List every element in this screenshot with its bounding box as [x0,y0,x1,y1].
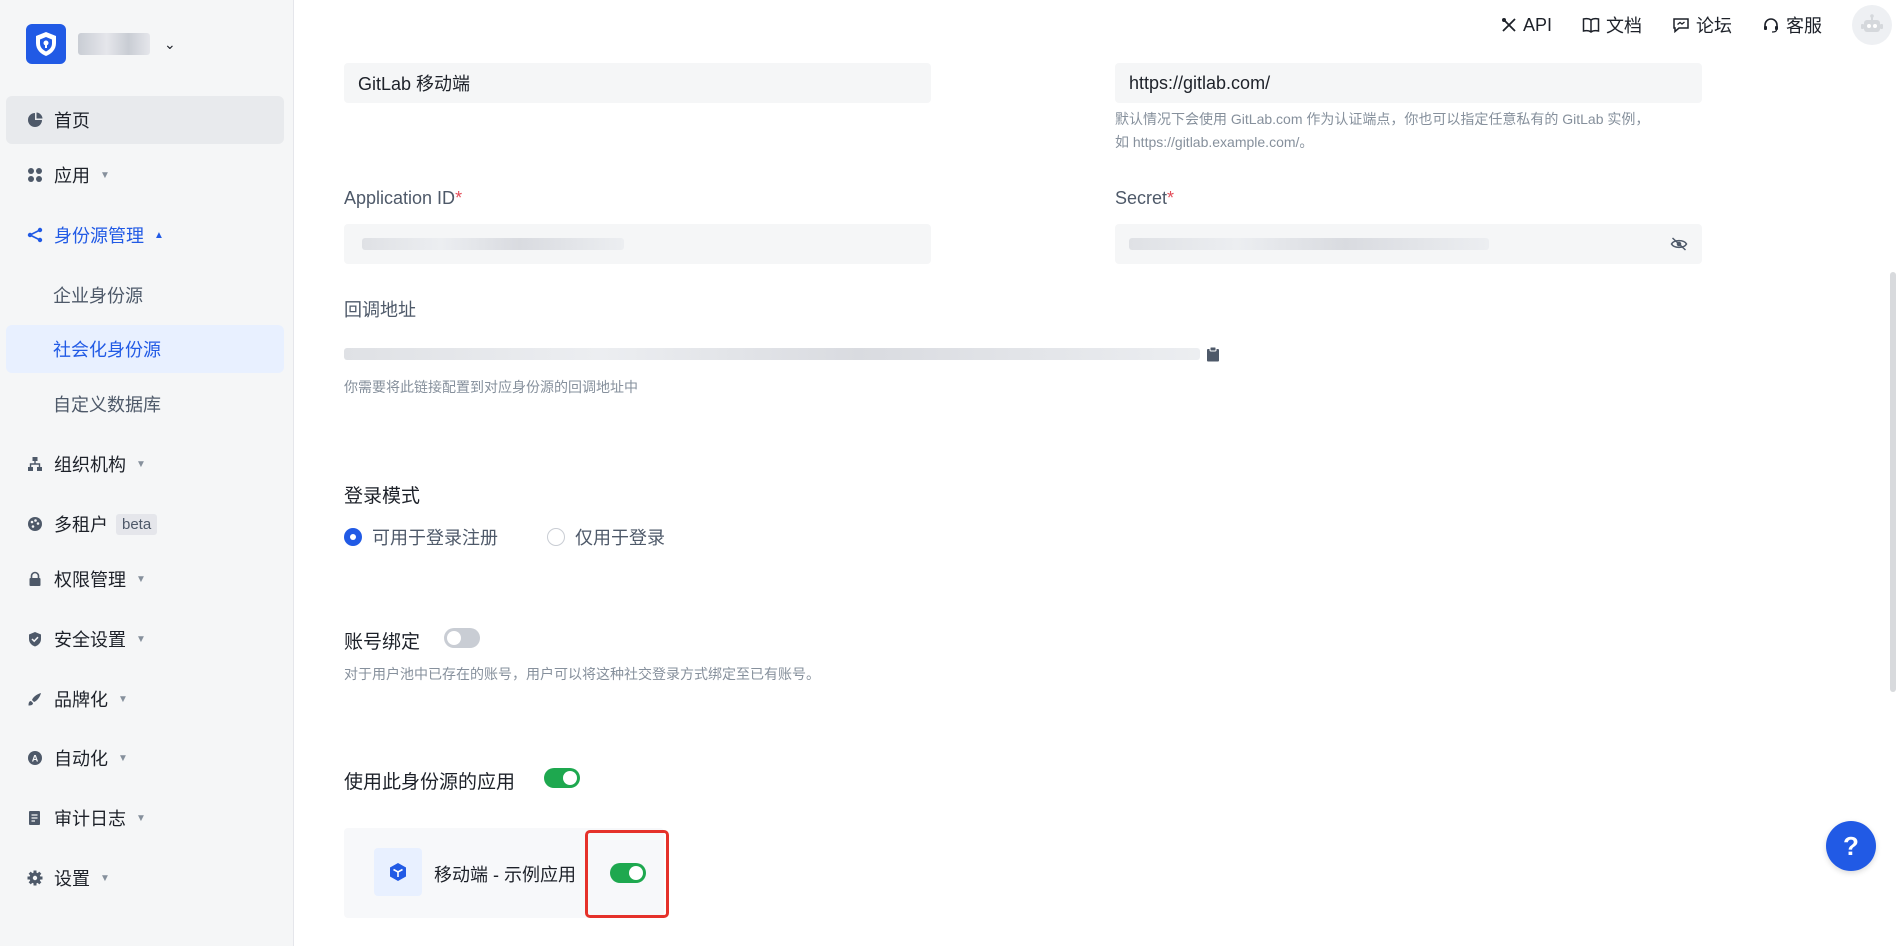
account-binding-title: 账号绑定 [344,632,421,653]
sidebar-item-label: 身份源管理 [54,226,144,246]
caret-up-icon: ▲ [154,229,164,241]
linked-apps-title: 使用此身份源的应用 [344,772,516,793]
apps-grid-icon [26,166,44,184]
sidebar-item-organization[interactable]: 组织机构 ▼ [6,440,284,488]
svg-text:A: A [32,754,39,764]
caret-down-icon: ▼ [136,633,146,645]
sidebar-item-apps[interactable]: 应用 ▼ [6,151,284,199]
sidebar-item-label: 多租户 [54,515,108,535]
sidebar-item-label: 权限管理 [54,570,126,590]
base-url-input[interactable]: https://gitlab.com/ [1115,63,1702,103]
secret-label-text: Secret [1115,188,1168,208]
palette-icon [26,515,44,533]
login-mode-option-label: 可用于登录注册 [372,528,498,548]
display-name-input[interactable]: GitLab 移动端 [344,63,931,103]
main-content: GitLab 移动端 https://gitlab.com/ 默认情况下会使用 … [294,0,1898,946]
caret-down-icon: ▼ [136,812,146,824]
sidebar-item-label: 品牌化 [54,690,108,710]
help-button[interactable]: ? [1826,821,1876,871]
caret-down-icon: ▼ [118,752,128,764]
sidebar-item-label: 安全设置 [54,630,126,650]
base-url-hint-line-2: 如 https://gitlab.example.com/。 [1115,134,1314,150]
sidebar-item-enterprise-sources[interactable]: 企业身份源 [6,271,284,319]
caret-down-icon: ▼ [118,693,128,705]
highlight-box [585,830,669,918]
linked-apps-toggle[interactable] [544,768,580,788]
application-id-redacted [362,238,624,250]
sidebar-item-label: 首页 [54,111,90,131]
sidebar-item-custom-database[interactable]: 自定义数据库 [6,380,284,428]
tenant-switcher[interactable]: ⌄ [26,24,176,64]
eye-off-icon[interactable] [1670,236,1688,257]
sidebar: ⌄ 首页 应用 ▼ 身份源管理 ▲ 企业身份源 社会化身份源 自定义数据库 组织… [0,0,294,946]
lock-icon [26,570,44,588]
caret-down-icon: ▼ [100,872,110,884]
shield-check-icon [26,630,44,648]
sidebar-item-label: 审计日志 [54,809,126,829]
application-id-input[interactable] [344,224,931,264]
brush-icon [26,690,44,708]
sidebar-item-label: 社会化身份源 [53,340,161,360]
login-mode-option-login-only[interactable]: 仅用于登录 [547,524,665,550]
gear-icon [26,869,44,887]
cube-app-icon [374,848,422,896]
chevron-down-icon: ⌄ [164,35,176,52]
base-url-hint: 默认情况下会使用 GitLab.com 作为认证端点，你也可以指定任意私有的 G… [1115,108,1715,154]
base-url-hint-line-1: 默认情况下会使用 GitLab.com 作为认证端点，你也可以指定任意私有的 G… [1115,111,1650,127]
beta-badge: beta [116,513,158,535]
login-mode-option-label: 仅用于登录 [575,528,665,548]
clipboard-copy-icon[interactable] [1206,346,1220,362]
sidebar-item-label: 应用 [54,166,90,186]
caret-down-icon: ▼ [100,169,110,181]
automation-icon: A [26,749,44,767]
sidebar-item-audit-log[interactable]: 审计日志 ▼ [6,794,284,842]
shield-logo-icon [26,24,66,64]
sidebar-item-label: 自动化 [54,749,108,769]
application-id-label-text: Application ID [344,188,456,208]
sidebar-item-permissions[interactable]: 权限管理 ▼ [6,555,284,603]
share-nodes-icon [26,226,44,244]
display-name-value: GitLab 移动端 [358,74,471,94]
callback-url-redacted [344,348,1200,360]
account-binding-hint: 对于用户池中已存在的账号，用户可以将这种社交登录方式绑定至已有账号。 [344,666,820,682]
sidebar-item-settings[interactable]: 设置 ▼ [6,854,284,902]
sidebar-item-social-sources[interactable]: 社会化身份源 [6,325,284,373]
login-mode-title: 登录模式 [344,486,421,507]
toggle-knob [447,631,461,645]
pie-chart-icon [26,111,44,129]
sidebar-item-automation[interactable]: A 自动化 ▼ [6,734,284,782]
sidebar-item-label: 企业身份源 [53,286,143,306]
sidebar-item-label: 组织机构 [54,455,126,475]
caret-down-icon: ▼ [136,458,146,470]
sidebar-item-label: 自定义数据库 [53,395,161,415]
tenant-name-redacted [78,33,150,55]
sidebar-item-security[interactable]: 安全设置 ▼ [6,615,284,663]
required-mark: * [1167,188,1175,208]
sidebar-item-branding[interactable]: 品牌化 ▼ [6,675,284,723]
application-id-label: Application ID* [344,188,462,209]
toggle-knob [563,771,577,785]
callback-url-hint: 你需要将此链接配置到对应身份源的回调地址中 [344,379,638,395]
required-mark: * [455,188,463,208]
login-mode-option-register[interactable]: 可用于登录注册 [344,524,498,550]
radio-unchecked-icon[interactable] [547,528,565,546]
callback-url-label: 回调地址 [344,300,416,320]
caret-down-icon: ▼ [136,573,146,585]
sidebar-item-multi-tenant[interactable]: 多租户 beta [6,500,284,548]
app-root: ⌄ 首页 应用 ▼ 身份源管理 ▲ 企业身份源 社会化身份源 自定义数据库 组织… [0,0,1898,946]
secret-label: Secret* [1115,188,1174,209]
document-list-icon [26,809,44,827]
secret-redacted [1129,238,1489,250]
callback-url-row [344,346,1220,362]
scrollbar[interactable] [1890,272,1896,692]
radio-checked-icon[interactable] [344,528,362,546]
base-url-value: https://gitlab.com/ [1129,72,1271,93]
app-name: 移动端 - 示例应用 [434,865,576,885]
org-tree-icon [26,455,44,473]
secret-input[interactable] [1115,224,1702,264]
account-binding-toggle[interactable] [444,628,480,648]
sidebar-item-home[interactable]: 首页 [6,96,284,144]
sidebar-item-label: 设置 [54,869,90,889]
sidebar-item-identity-sources[interactable]: 身份源管理 ▲ [6,211,284,259]
